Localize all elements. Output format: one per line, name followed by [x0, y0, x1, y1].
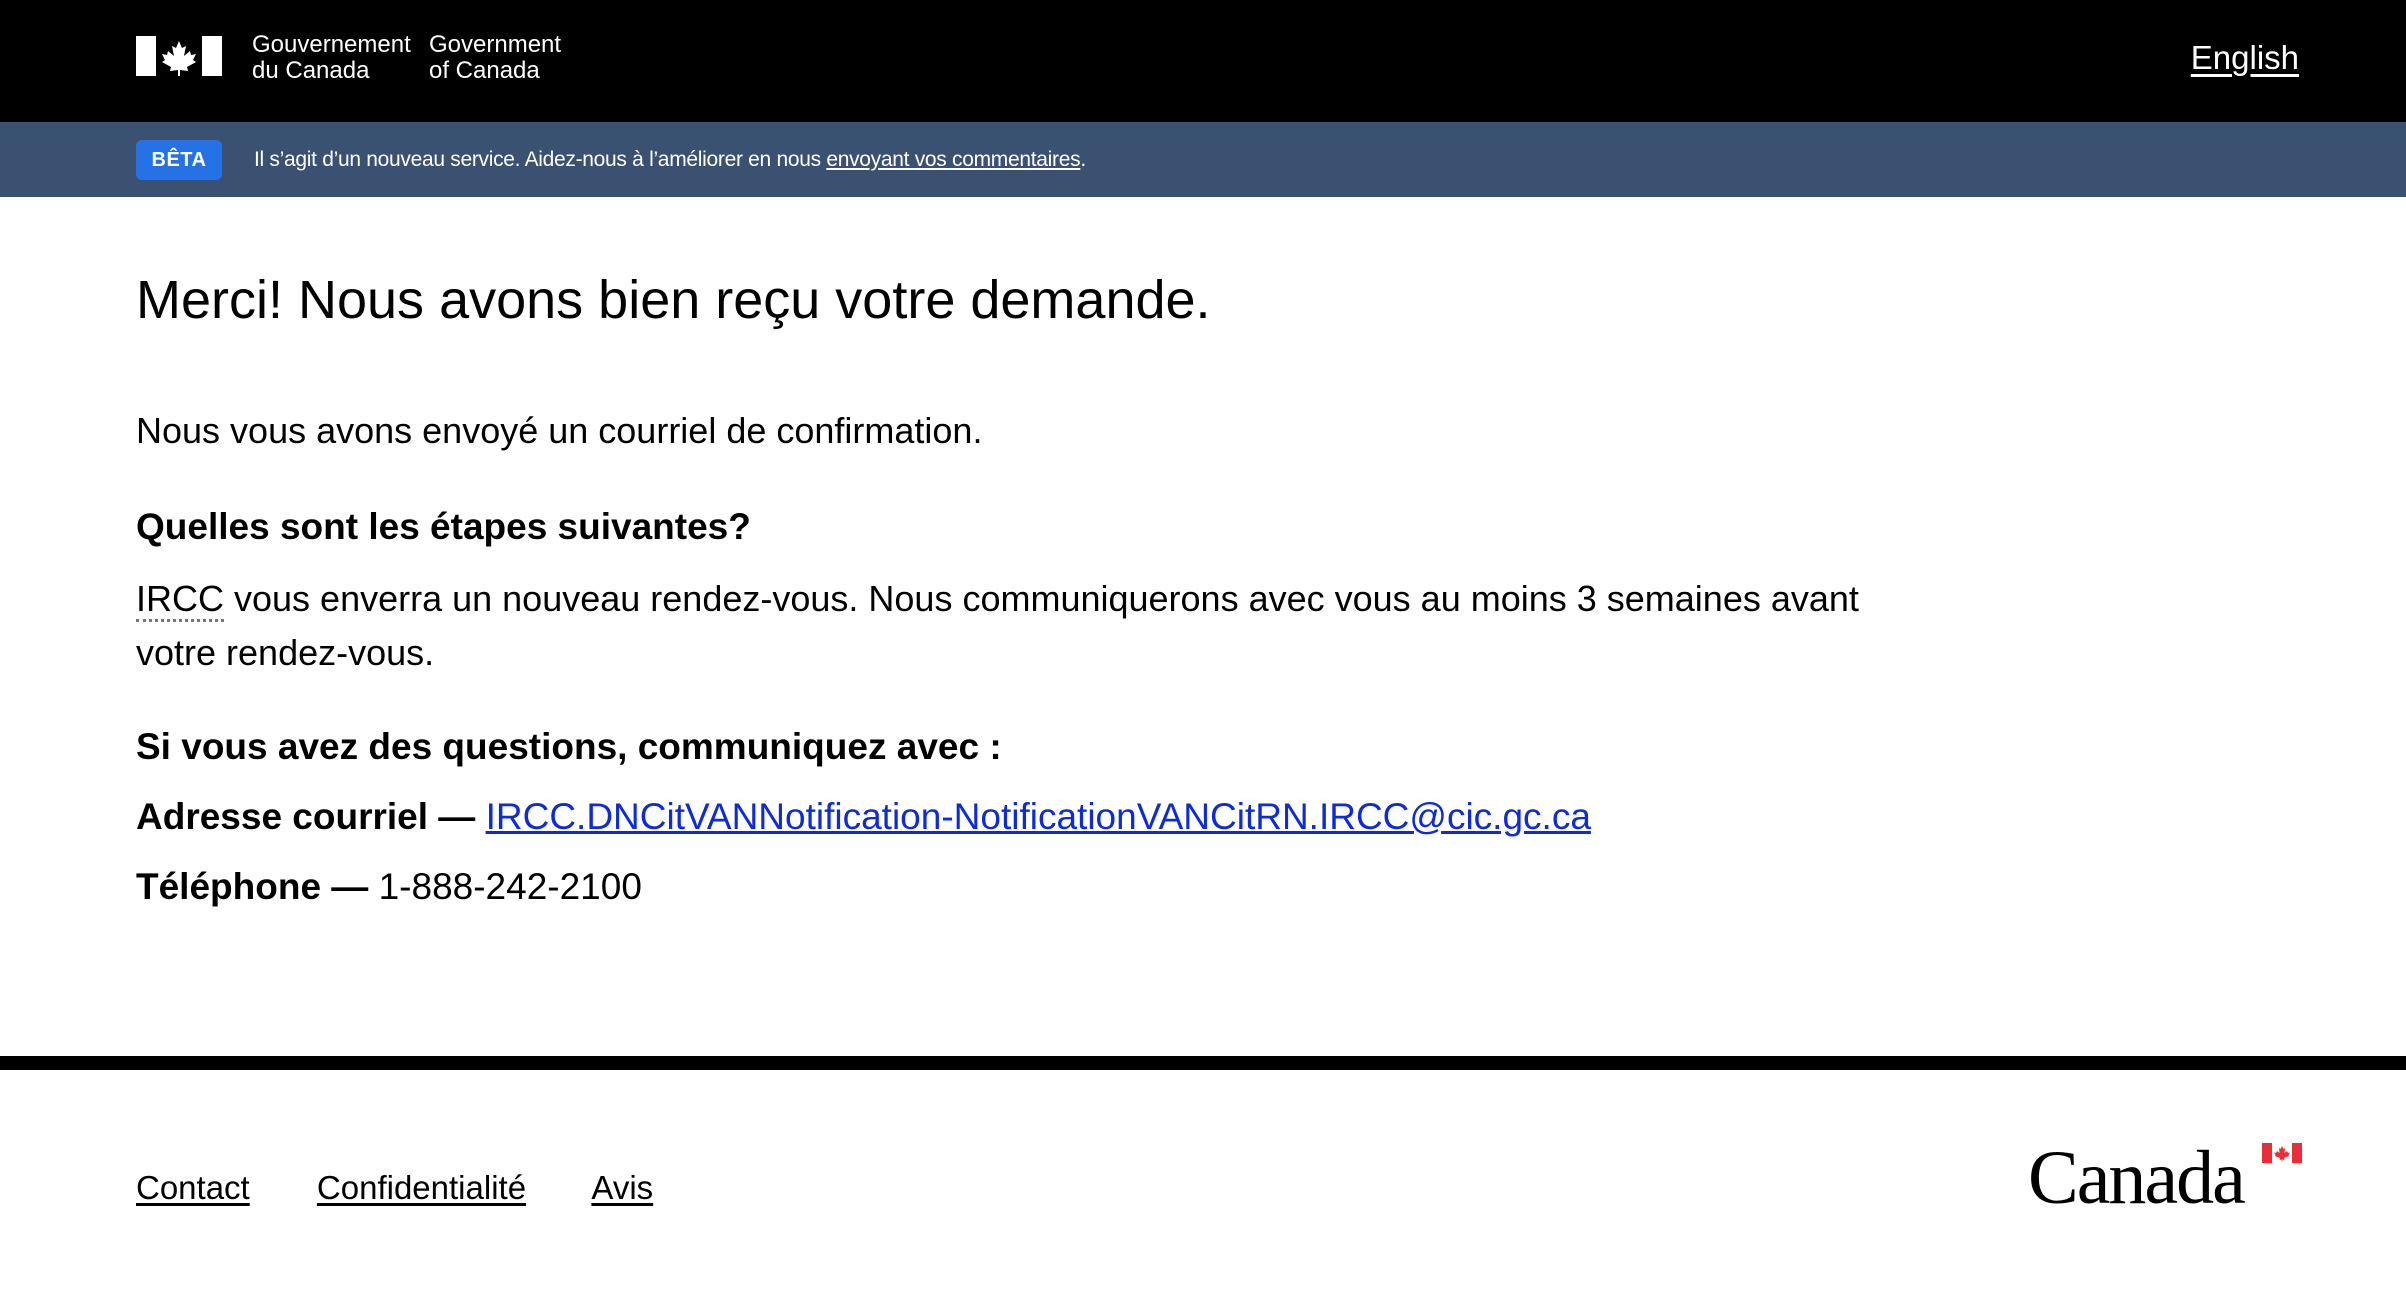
page-title: Merci! Nous avons bien reçu votre demand…: [136, 270, 1211, 330]
canada-flag-icon: [2262, 1143, 2302, 1163]
canada-flag-icon: [136, 36, 222, 76]
beta-badge: BÊTA: [136, 140, 222, 180]
next-steps-text: vous enverra un nouveau rendez-vous. Nou…: [136, 578, 1859, 673]
phone-number: 1-888-242-2100: [378, 866, 642, 907]
next-steps-body: IRCC vous enverra un nouveau rendez-vous…: [136, 572, 1876, 680]
phone-contact: Téléphone — 1-888-242-2100: [136, 862, 642, 912]
feedback-link[interactable]: envoyant vos commentaires: [826, 148, 1080, 171]
phone-label: Téléphone —: [136, 866, 369, 907]
signature-en-line2: of Canada: [429, 57, 540, 84]
footer-link-notices[interactable]: Avis: [591, 1169, 653, 1206]
wordmark-text: Canada: [2028, 1136, 2246, 1220]
email-link[interactable]: IRCC.DNCitVANNotification-NotificationVA…: [486, 796, 1591, 837]
signature-fr-line1: Gouvernement: [252, 31, 411, 58]
footer-link-privacy[interactable]: Confidentialité: [317, 1169, 526, 1206]
footer-link-contact[interactable]: Contact: [136, 1169, 250, 1206]
signature-fr-line2: du Canada: [252, 57, 370, 84]
beta-banner: BÊTA Il s’agit d’un nouveau service. Aid…: [0, 122, 2406, 197]
signature-french: Gouvernement du Canada: [252, 32, 411, 84]
canada-wordmark: Canada: [2028, 1140, 2302, 1216]
beta-message-end: .: [1080, 148, 1086, 171]
next-steps-heading: Quelles sont les étapes suivantes?: [136, 506, 751, 547]
ircc-abbreviation[interactable]: IRCC: [136, 578, 224, 622]
language-toggle-link[interactable]: English: [2191, 36, 2299, 80]
email-label: Adresse courriel —: [136, 796, 476, 837]
footer-links: Contact Confidentialité Avis: [136, 1166, 711, 1210]
beta-message-text: Il s’agit d’un nouveau service. Aidez-no…: [254, 148, 827, 171]
confirmation-message: Nous vous avons envoyé un courriel de co…: [136, 410, 983, 451]
beta-message: Il s’agit d’un nouveau service. Aidez-no…: [254, 144, 1086, 176]
footer-divider: [0, 1056, 2406, 1070]
signature-english: Government of Canada: [429, 32, 561, 84]
signature-en-line1: Government: [429, 31, 562, 58]
government-header: Gouvernement du Canada Government of Can…: [0, 0, 2406, 122]
questions-heading: Si vous avez des questions, communiquez …: [136, 726, 1002, 767]
email-contact: Adresse courriel — IRCC.DNCitVANNotifica…: [136, 792, 1591, 842]
